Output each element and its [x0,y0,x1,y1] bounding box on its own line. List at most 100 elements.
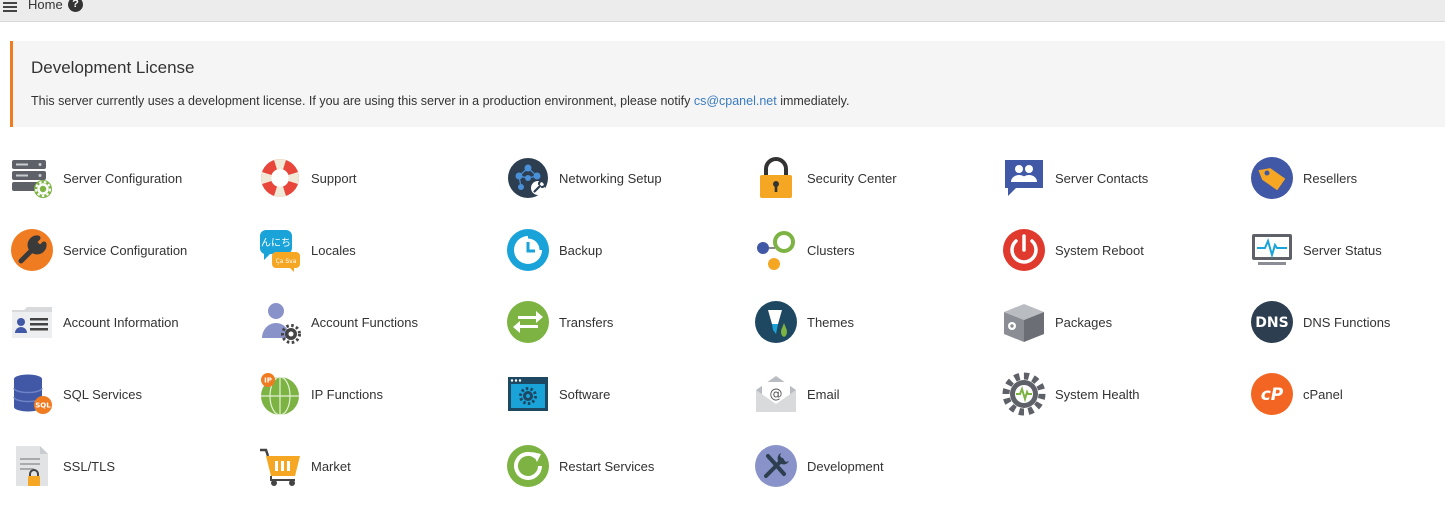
package-box-icon [1004,304,1044,342]
database-icon: SQL [13,374,52,414]
wrench-icon [11,229,53,271]
group-label: Software [559,386,611,402]
group-ssl-tls[interactable]: SSL/TLS [10,430,258,502]
certificate-lock-icon [16,446,48,486]
id-card-icon [12,307,52,338]
user-gear-icon [262,303,301,344]
cpanel-logo-icon: cP [1251,373,1293,415]
shopping-cart-icon [260,448,300,486]
group-packages[interactable]: Packages [1002,286,1250,358]
group-system-reboot[interactable]: System Reboot [1002,214,1250,286]
group-label: SQL Services [63,386,142,402]
server-configuration-icon [12,160,52,198]
backup-clock-icon [507,229,549,271]
group-label: Account Information [63,314,179,330]
group-label: Service Configuration [63,242,188,258]
svg-text:cP: cP [1261,385,1284,405]
group-label: SSL/TLS [63,458,116,474]
group-clusters[interactable]: Clusters [754,214,1002,286]
group-locales[interactable]: こんにちは Ça Sva Locales [258,214,506,286]
svg-text:こんにちは: こんにちは [258,237,301,249]
group-software[interactable]: Software [506,358,754,430]
group-server-contacts[interactable]: Server Contacts [1002,142,1250,214]
group-restart-services[interactable]: Restart Services [506,430,754,502]
group-support[interactable]: Support [258,142,506,214]
breadcrumb-home[interactable]: Home [28,0,63,12]
group-label: Restart Services [559,458,655,474]
dns-icon: DNS [1251,301,1293,343]
group-transfers[interactable]: Transfers [506,286,754,358]
transfer-arrows-icon [507,301,549,343]
development-license-notice: Development License This server currentl… [10,41,1445,127]
speech-bubbles-icon: こんにちは Ça Sva [258,230,301,272]
globe-ip-icon: IP [261,373,299,416]
group-dns-functions[interactable]: DNS DNS Functions [1250,286,1445,358]
contacts-icon [1005,160,1043,196]
group-label: Resellers [1303,170,1358,186]
group-account-information[interactable]: Account Information [10,286,258,358]
group-label: Packages [1055,314,1113,330]
group-email[interactable]: @ Email [754,358,1002,430]
restart-icon [507,445,549,487]
group-themes[interactable]: Themes [754,286,1002,358]
hamburger-icon[interactable] [3,0,17,12]
group-label: Server Contacts [1055,170,1149,186]
group-sql-services[interactable]: SQL SQL Services [10,358,258,430]
group-security-center[interactable]: Security Center [754,142,1002,214]
group-label: Transfers [559,314,614,330]
group-label: Backup [559,242,603,258]
group-label: System Reboot [1055,242,1144,258]
notice-message-start: This server currently uses a development… [31,94,694,108]
group-label: Security Center [807,170,897,186]
group-label: Server Configuration [63,170,183,186]
group-label: Locales [311,242,356,258]
gear-pulse-icon [1002,372,1046,416]
help-icon[interactable]: ? [68,0,83,12]
svg-text:Ça Sva: Ça Sva [276,258,297,265]
feature-groups-grid: Server Configuration Support Networking … [10,142,1445,502]
group-server-status[interactable]: Server Status [1250,214,1445,286]
notice-message-end: immediately. [776,94,850,108]
group-server-configuration[interactable]: Server Configuration [10,142,258,214]
envelope-icon: @ [756,376,796,412]
paint-brush-icon [755,301,797,343]
svg-text:@: @ [770,387,783,402]
group-account-functions[interactable]: Account Functions [258,286,506,358]
group-networking-setup[interactable]: Networking Setup [506,142,754,214]
svg-text:DNS: DNS [1255,315,1288,331]
tag-icon [1251,157,1293,199]
group-label: Networking Setup [559,170,662,186]
group-label: Themes [807,314,854,330]
group-ip-functions[interactable]: IP IP Functions [258,358,506,430]
group-label: Email [807,386,840,402]
group-label: Market [311,458,351,474]
group-cpanel[interactable]: cP cPanel [1250,358,1445,430]
svg-text:IP: IP [264,377,272,385]
padlock-icon [760,157,792,198]
power-icon [1003,229,1045,271]
group-label: IP Functions [311,386,384,402]
group-backup[interactable]: Backup [506,214,754,286]
group-label: Account Functions [311,314,418,330]
group-label: Support [311,170,357,186]
svg-text:SQL: SQL [35,402,51,410]
networking-setup-icon [508,158,548,198]
top-bar: Home ? [0,0,1445,22]
group-market[interactable]: Market [258,430,506,502]
group-label: DNS Functions [1303,314,1391,330]
support-lifebuoy-icon [261,159,299,197]
monitor-pulse-icon [1252,234,1292,265]
group-service-configuration[interactable]: Service Configuration [10,214,258,286]
development-tools-icon [755,445,797,487]
group-label: System Health [1055,386,1140,402]
group-resellers[interactable]: Resellers [1250,142,1445,214]
support-email-link[interactable]: cs@cpanel.net [694,94,777,108]
group-label: Development [807,458,884,474]
clusters-icon [757,231,795,270]
group-development[interactable]: Development [754,430,1002,502]
group-label: Clusters [807,242,855,258]
group-label: Server Status [1303,242,1382,258]
group-system-health[interactable]: System Health [1002,358,1250,430]
software-window-icon [508,377,548,411]
group-label: cPanel [1303,386,1343,402]
